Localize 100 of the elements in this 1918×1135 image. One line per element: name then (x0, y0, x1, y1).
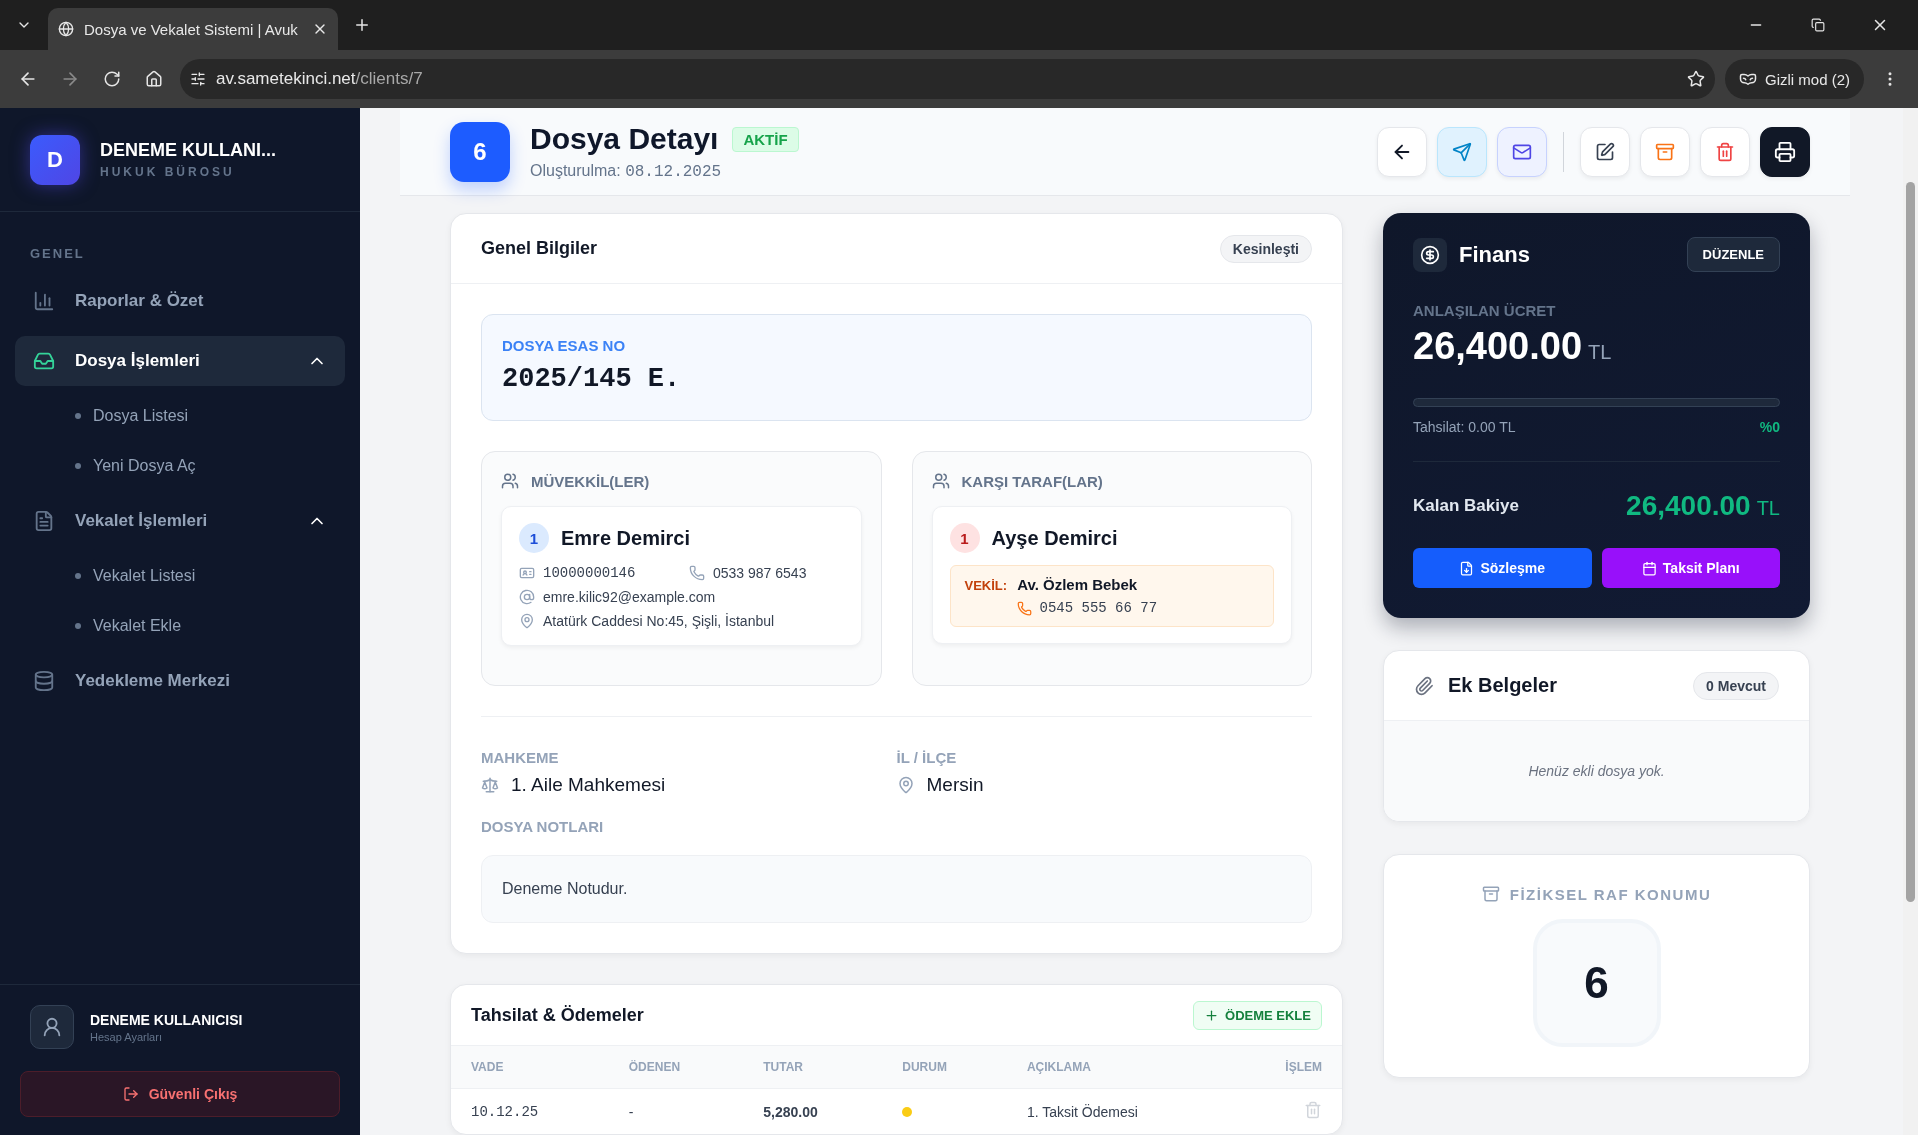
table-cell: 10.12.25 (451, 1088, 609, 1134)
currency: TL (1588, 341, 1612, 364)
at-sign-icon (519, 589, 535, 605)
id-card-icon (519, 565, 535, 581)
column-header: ÖDENEN (608, 1045, 744, 1089)
column-header: VADE (451, 1045, 609, 1089)
box-icon (1481, 885, 1500, 903)
status-tag: Kesinleşti (1219, 234, 1312, 263)
id-number: 10000000146 (543, 565, 636, 581)
account-settings-link[interactable]: Hesap Ayarları (90, 1030, 243, 1043)
notes-text: Deneme Notudur. (481, 855, 1312, 923)
table-cell: - (608, 1088, 744, 1134)
print-button[interactable] (1760, 126, 1810, 177)
fee-amount: 26,400.00 (1413, 325, 1583, 368)
sidebar-item[interactable]: Yedekleme Merkezi (15, 656, 345, 706)
sidebar-subitem[interactable]: Vekalet Listesi (15, 551, 345, 601)
pin-icon (519, 613, 535, 629)
currency: TL (1756, 497, 1780, 520)
pencil-icon (1595, 141, 1615, 162)
incognito-button[interactable]: Gizli mod (2) (1725, 59, 1864, 99)
back-button[interactable] (1377, 126, 1427, 177)
delete-button[interactable] (1700, 126, 1750, 177)
count-badge: 0 Mevcut (1693, 671, 1779, 700)
status-badge: AKTİF (732, 126, 799, 152)
brand-logo: D (30, 134, 80, 185)
column-header: AÇIKLAMA (1006, 1045, 1230, 1089)
contract-button[interactable]: Sözleşme (1413, 548, 1592, 588)
section-title: KARŞI TARAF(LAR) (961, 472, 1103, 490)
pin-icon (896, 776, 915, 794)
card-title: Finans (1459, 241, 1530, 268)
sidebar-item[interactable]: Dosya İşlemleri (15, 336, 345, 386)
brand-subtitle: HUKUK BÜROSU (100, 165, 236, 179)
database-icon (33, 670, 55, 692)
logout-icon (122, 1086, 139, 1102)
case-number: 2025/145 E. (502, 364, 682, 394)
opponent-name: Ayşe Demirci (991, 526, 1118, 550)
people-icon (501, 472, 519, 490)
browser-tab[interactable]: Dosya ve Vekalet Sistemi | Avuk (48, 8, 338, 50)
avatar-icon (30, 1005, 74, 1049)
document-icon (33, 510, 55, 532)
shelf-title: FİZİKSEL RAF KONUMU (1509, 885, 1712, 903)
card-title: Tahsilat & Ödemeler (471, 1004, 644, 1026)
paper-plane-icon (1452, 141, 1472, 162)
column-header: DURUM (882, 1045, 1007, 1089)
lawyer-label: VEKİL: (964, 578, 1008, 593)
send-button[interactable] (1437, 126, 1487, 177)
archive-icon (1655, 141, 1675, 162)
column-header: TUTAR (743, 1045, 883, 1089)
notes-label: DOSYA NOTLARI (481, 818, 605, 835)
email-address: emre.kilic92@example.com (543, 589, 716, 605)
tray-icon (33, 350, 55, 372)
shelf-number: 6 (1532, 919, 1661, 1047)
client-name: Emre Demirci (561, 526, 690, 550)
plus-icon (1204, 1007, 1220, 1023)
archive-button[interactable] (1640, 126, 1690, 177)
collected-amount: Tahsilat: 0.00 TL (1413, 419, 1516, 435)
card-title: Genel Bilgiler (481, 238, 598, 259)
edit-button[interactable] (1580, 126, 1630, 177)
calendar-icon (1641, 560, 1657, 576)
lawyer-phone: 0545 555 66 77 (1039, 600, 1158, 616)
case-number-label: DOSYA ESAS NO (502, 337, 627, 354)
location-name: Mersin (926, 774, 984, 796)
page-title: Dosya Detayı (530, 122, 719, 156)
index-badge: 1 (519, 523, 549, 553)
table-cell: 1. Taksit Ödemesi (1006, 1088, 1230, 1134)
court-name: 1. Aile Mahkemesi (511, 774, 666, 796)
bar-chart-icon (33, 290, 55, 312)
globe-icon (58, 21, 74, 37)
address-field[interactable]: av.sametekinci.net/clients/7 (180, 59, 1715, 99)
paperclip-icon (1414, 675, 1434, 696)
column-header: İŞLEM (1229, 1045, 1342, 1089)
location-label: İL / İLÇE (896, 749, 958, 766)
phone-icon (1016, 600, 1032, 616)
brand-name: DENEME KULLANI... (100, 140, 276, 161)
document-icon (1459, 560, 1475, 576)
fee-label: ANLAŞILAN ÜCRET (1413, 302, 1557, 319)
balance-amount: 26,400.00 (1626, 490, 1751, 522)
edit-finance-button[interactable]: DÜZENLE (1686, 237, 1780, 272)
phone-icon (689, 565, 705, 581)
section-title: MÜVEKKİL(LER) (531, 472, 650, 490)
sidebar-item[interactable]: Vekalet İşlemleri (15, 496, 345, 546)
sidebar-item[interactable]: Raporlar & Özet (15, 276, 345, 326)
sidebar-subitem[interactable]: Yeni Dosya Aç (15, 441, 345, 491)
sidebar-subitem[interactable]: Dosya Listesi (15, 391, 345, 441)
logout-button[interactable]: Güvenli Çıkış (20, 1071, 340, 1117)
sidebar-subitem[interactable]: Vekalet Ekle (15, 601, 345, 651)
empty-message: Henüz ekli dosya yok. (1384, 721, 1809, 821)
scrollbar[interactable] (1903, 108, 1918, 1135)
add-payment-button[interactable]: ÖDEME EKLE (1193, 1000, 1322, 1030)
street-address: Atatürk Caddesi No:45, Şişli, İstanbul (543, 613, 775, 629)
installment-plan-button[interactable]: Taksit Planı (1601, 548, 1780, 588)
scale-icon (481, 776, 499, 794)
collected-percent: %0 (1759, 419, 1780, 435)
mail-button[interactable] (1497, 126, 1547, 177)
court-label: MAHKEME (481, 749, 560, 766)
star-icon[interactable] (1687, 70, 1705, 88)
user-name: DENEME KULLANICISI (90, 1011, 243, 1028)
trash-icon (1715, 141, 1735, 162)
site-settings-icon[interactable] (190, 71, 206, 87)
dollar-icon (1413, 237, 1447, 272)
